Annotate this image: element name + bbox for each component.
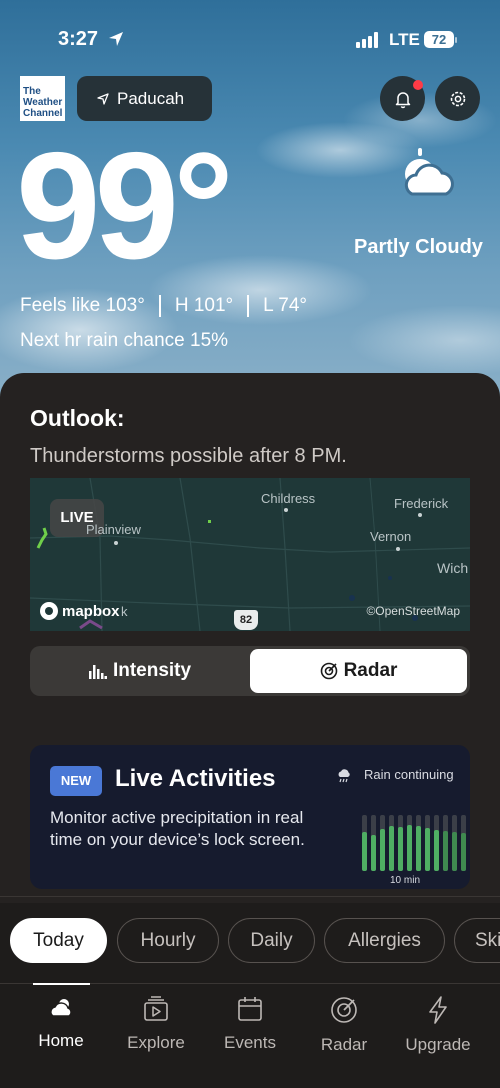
- map-city-dot: [114, 541, 118, 545]
- nav-home[interactable]: Home: [16, 996, 106, 1051]
- intensity-bars-icon: [88, 665, 107, 679]
- map-city: Frederick: [394, 496, 449, 511]
- outlook-text: Thunderstorms possible after 8 PM.: [30, 445, 347, 467]
- chip-ski[interactable]: Ski: [454, 918, 500, 963]
- weather-channel-logo[interactable]: The Weather Channel: [20, 76, 65, 121]
- preview-bar: [398, 815, 403, 871]
- feels-like-row: Feels like 103° H 101° L 74°: [20, 295, 307, 317]
- nav-events[interactable]: Events: [205, 996, 295, 1053]
- chip-hourly[interactable]: Hourly: [117, 918, 219, 963]
- separator: [247, 295, 250, 317]
- route-shield: 82: [234, 610, 258, 630]
- preview-bar: [452, 815, 457, 871]
- status-bar: 3:27 LTE 72: [0, 28, 500, 54]
- radar-icon: [331, 997, 357, 1023]
- intensity-toggle-button[interactable]: Intensity: [33, 649, 247, 693]
- preview-bar: [362, 815, 367, 871]
- preview-bar: [371, 815, 376, 871]
- feels-like: Feels like 103°: [20, 295, 145, 316]
- gear-icon: [450, 91, 465, 106]
- nav-upgrade[interactable]: Upgrade: [393, 996, 483, 1055]
- play-stack-icon: [144, 996, 168, 1021]
- signal-icon: [356, 32, 380, 48]
- map-city-dot: [284, 508, 288, 512]
- radar-icon: [320, 662, 337, 680]
- current-temperature: 99°: [16, 121, 234, 291]
- live-activities-title: Live Activities: [115, 765, 276, 792]
- notification-dot: [413, 80, 423, 90]
- live-activities-card[interactable]: NEW Live Activities Monitor active preci…: [30, 745, 470, 889]
- nav-radar[interactable]: Radar: [299, 996, 389, 1055]
- preview-bar: [407, 815, 412, 871]
- nav-explore[interactable]: Explore: [111, 996, 201, 1053]
- osm-attribution[interactable]: ©OpenStreetMap: [366, 604, 460, 618]
- preview-bar: [461, 815, 466, 871]
- calendar-icon: [238, 997, 262, 1021]
- preview-bar: [443, 815, 448, 871]
- chip-today[interactable]: Today: [10, 918, 107, 963]
- battery-icon: 72: [424, 31, 454, 48]
- radar-map[interactable]: LIVE Childress Frederick Plainview Verno…: [30, 478, 470, 631]
- mapbox-logo-icon: [40, 602, 58, 620]
- chip-allergies[interactable]: Allergies: [324, 918, 445, 963]
- condition-text: Partly Cloudy: [354, 236, 483, 258]
- rain-chance: Next hr rain chance 15%: [20, 330, 229, 351]
- outlook-title: Outlook:: [30, 405, 125, 431]
- live-activities-description: Monitor active precipitation in real tim…: [50, 808, 305, 849]
- preview-bar: [389, 815, 394, 871]
- preview-bar: [380, 815, 385, 871]
- separator: [158, 295, 161, 317]
- notifications-button[interactable]: [380, 76, 425, 121]
- location-name: Paducah: [117, 88, 185, 108]
- network-type: LTE: [389, 30, 420, 49]
- location-arrow-icon: [109, 32, 123, 46]
- lock-screen-preview: Rain continuing 10 min: [330, 765, 470, 889]
- nav-active-indicator: [33, 983, 90, 985]
- cloud-icon: [50, 999, 72, 1017]
- preview-time: 10 min: [390, 875, 421, 886]
- battery-tip: [455, 37, 457, 43]
- divider: [0, 896, 500, 897]
- partly-cloudy-icon: [404, 148, 454, 196]
- map-city: Vernon: [370, 529, 412, 544]
- rain-cloud-icon: [338, 769, 350, 783]
- map-city: Plainview: [86, 522, 141, 537]
- bolt-icon: [429, 996, 447, 1024]
- map-mode-toggle: Intensity Radar: [30, 646, 470, 696]
- chip-daily[interactable]: Daily: [228, 918, 315, 963]
- map-city-dot: [396, 547, 400, 551]
- preview-bar: [416, 815, 421, 871]
- map-city: k: [121, 604, 128, 619]
- bell-icon: [395, 91, 410, 108]
- low-temp: L 74°: [263, 295, 308, 316]
- status-time: 3:27: [58, 28, 99, 50]
- map-city-dot: [418, 513, 422, 517]
- high-temp: H 101°: [174, 295, 234, 316]
- radar-toggle-button[interactable]: Radar: [250, 649, 467, 693]
- location-button[interactable]: Paducah: [77, 76, 212, 121]
- preview-bar: [425, 815, 430, 871]
- navigation-arrow-icon: [97, 92, 109, 105]
- new-badge: NEW: [50, 766, 102, 796]
- mapbox-attribution: mapbox: [40, 602, 120, 620]
- preview-bar: [434, 815, 439, 871]
- preview-text: Rain continuing: [364, 767, 454, 782]
- map-city: Childress: [261, 491, 316, 506]
- map-city: Wich: [437, 560, 469, 576]
- forecast-chips: Today Hourly Daily Allergies Ski: [10, 918, 500, 963]
- settings-button[interactable]: [435, 76, 480, 121]
